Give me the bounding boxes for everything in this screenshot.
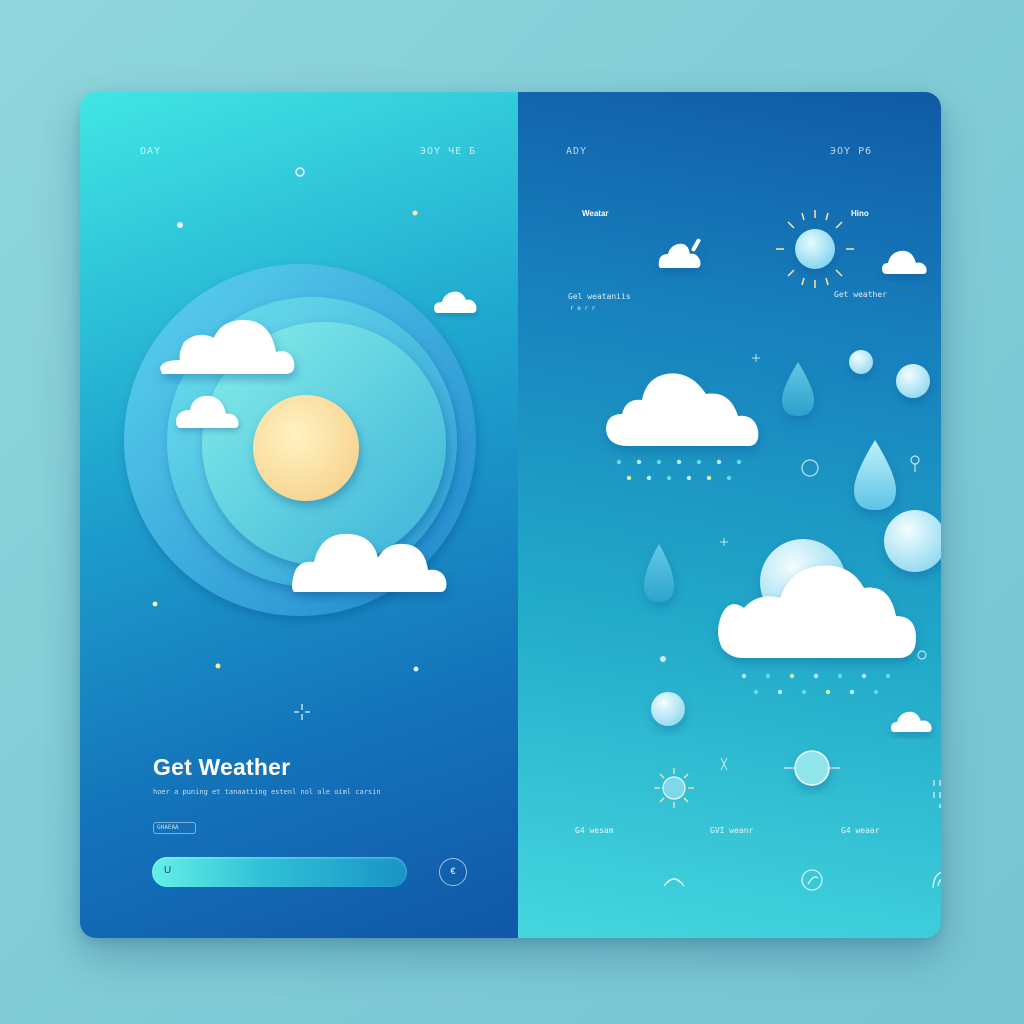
rain-dots: [741, 673, 891, 695]
pin-icon: [910, 455, 920, 472]
sparkle-icon: [294, 704, 310, 720]
dot-decoration: [917, 650, 927, 660]
swirl-icon[interactable]: [932, 871, 941, 889]
sun-icon: [784, 750, 840, 786]
submit-button[interactable]: €: [439, 858, 467, 886]
raindrop-icon: [782, 362, 814, 416]
title-description: hoer a puning et tanaatting estenl nol o…: [153, 788, 381, 796]
cloud-icon: [882, 250, 927, 274]
raindrop-icon: [854, 440, 896, 510]
sun-icon: [654, 768, 694, 808]
right-panel: АDY ЭОҮ Р6 Weatar Gel weataniis r e r r …: [518, 92, 941, 938]
bubble-decoration: [651, 692, 685, 726]
tag-chip[interactable]: GHAEAA: [153, 822, 196, 834]
bubble-decoration: [884, 510, 941, 572]
cloud-icon: [891, 711, 932, 732]
left-illustration: [124, 167, 477, 720]
rain-cloud-icon: [718, 539, 916, 695]
sun-icon: [776, 210, 854, 288]
location-input[interactable]: U: [152, 857, 407, 887]
weather-icon[interactable]: [801, 869, 823, 891]
cloud-icon: [434, 291, 477, 313]
cloud-icon: [658, 238, 701, 268]
left-panel: ОАҮ ЭОҮ ЧЕ Б Get Weather hoer a puning e…: [80, 92, 518, 938]
dot-decoration: [215, 663, 221, 669]
wind-icon[interactable]: [663, 878, 685, 887]
ring-decoration: [801, 459, 819, 477]
bubble-decoration: [849, 350, 873, 374]
sun-icon: [253, 395, 359, 501]
raindrop-icon: [644, 544, 674, 602]
dot-decoration: [660, 656, 666, 662]
bubble-decoration: [896, 364, 930, 398]
rain-dots: [616, 459, 742, 481]
dot-decoration: [152, 601, 158, 607]
dot-decoration: [413, 666, 419, 672]
location-input-value: U: [164, 865, 172, 876]
weather-card: ОАҮ ЭОҮ ЧЕ Б Get Weather hoer a puning e…: [80, 92, 941, 938]
dot-decoration: [177, 222, 183, 228]
dot-decoration: [412, 210, 418, 216]
rain-icon: [933, 780, 941, 808]
tag-chip-label: GHAEAA: [157, 824, 179, 831]
dot-decoration: [295, 167, 305, 177]
right-illustration: [606, 210, 941, 891]
page-title: Get Weather: [153, 754, 291, 780]
rain-cloud-icon: [606, 373, 759, 481]
